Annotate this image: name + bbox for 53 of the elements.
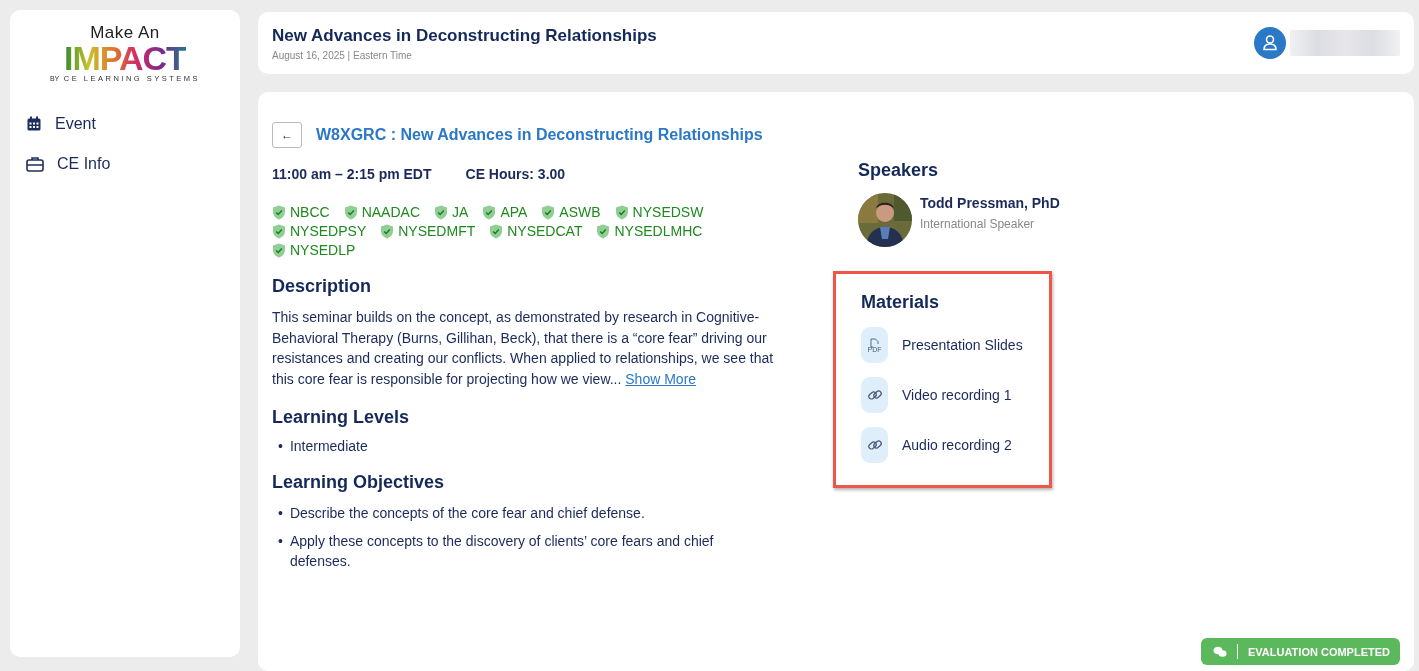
- calendar-icon: [26, 116, 42, 132]
- objective-item: Describe the concepts of the core fear and chief defense.: [289, 504, 645, 523]
- link-icon: [861, 377, 888, 413]
- bullet-marker: •: [278, 532, 283, 551]
- shield-check-icon: [434, 204, 449, 220]
- user-avatar-icon[interactable]: [1254, 27, 1286, 59]
- show-more-link[interactable]: Show More: [625, 370, 697, 387]
- bullet-marker: •: [278, 504, 283, 523]
- material-link[interactable]: Audio recording 2: [861, 427, 1012, 463]
- description-text: This seminar builds on the concept, as demonstrated by research in Cognitive-Behavioral Therapy (Burns, Gillihan, Beck), that there is a “core fear” driving our resistances and creating our conflicts. When applied to relationships, we see that this core fear is responsible for projecting how we view... Show More: [272, 308, 775, 389]
- event-title: W8XGRC : New Advances in Deconstructing Relationships: [316, 126, 763, 144]
- shield-check-icon: [541, 204, 556, 220]
- section-heading: Description: [272, 276, 373, 297]
- approval-label: NYSEDCAT: [507, 223, 583, 239]
- shield-check-icon: [343, 204, 358, 220]
- shield-check-icon: [596, 223, 611, 239]
- event-time: 11:00 am – 2:15 pm EDT: [272, 166, 432, 182]
- briefcase-icon: [26, 156, 44, 172]
- shield-check-icon: [489, 223, 504, 239]
- back-button[interactable]: ←: [272, 122, 302, 148]
- level-item: Intermediate: [289, 438, 368, 454]
- material-link[interactable]: Video recording 1: [861, 377, 1012, 413]
- sidebar-item[interactable]: CE Info: [24, 153, 113, 175]
- shield-check-icon: [614, 204, 629, 220]
- shield-check-icon: [272, 223, 286, 239]
- sidebar-item[interactable]: Event: [24, 113, 98, 135]
- ce-hours: CE Hours: 3.00: [465, 166, 566, 182]
- bullet-marker: •: [278, 438, 283, 454]
- section-heading: Materials: [861, 292, 941, 313]
- approval-label: APA: [500, 204, 528, 220]
- approval-label: NYSEDPSY: [290, 223, 367, 239]
- page-subtitle: August 16, 2025 | Eastern Time: [272, 49, 413, 61]
- approval-label: ASWB: [559, 204, 601, 220]
- shield-check-icon: [272, 204, 286, 220]
- approval-label: NYSEDLMHC: [614, 223, 703, 239]
- chat-bubbles-icon: [1213, 645, 1227, 658]
- approval-label: NYSEDMFT: [398, 223, 476, 239]
- approval-label: NYSEDLP: [290, 242, 356, 258]
- objective-item: Apply these concepts to the discovery of clients’ core fears and chief defenses.: [289, 532, 715, 571]
- speaker-role: International Speaker: [920, 217, 1036, 231]
- shield-check-icon: [272, 242, 286, 258]
- page-title: New Advances in Deconstructing Relationships: [272, 25, 657, 46]
- section-heading: Learning Levels: [272, 407, 411, 428]
- section-heading: Speakers: [858, 160, 940, 181]
- shield-check-icon: [380, 223, 395, 239]
- approval-label: NAADAC: [361, 204, 421, 220]
- shield-check-icon: [482, 204, 497, 220]
- link-icon: [861, 427, 888, 463]
- approval-label: NBCC: [290, 204, 330, 220]
- section-heading: Learning Objectives: [272, 472, 446, 493]
- approval-label: JA: [452, 204, 469, 220]
- approval-label: NYSEDSW: [632, 204, 704, 220]
- speaker-name: Todd Pressman, PhD: [920, 195, 1060, 211]
